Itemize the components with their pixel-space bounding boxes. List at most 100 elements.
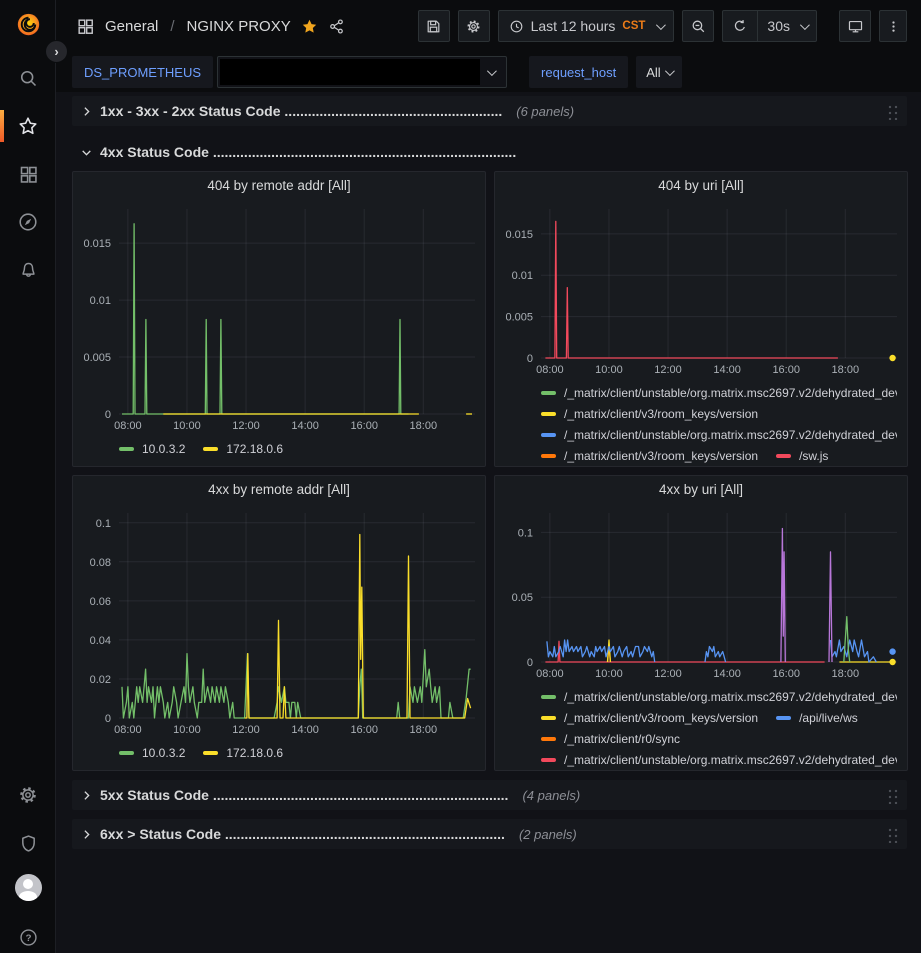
legend-label: /_matrix/client/unstable/org.matrix.msc2… xyxy=(564,753,897,767)
legend-swatch xyxy=(541,758,556,762)
chart-plot[interactable]: 08:0010:0012:0014:0016:0018:0000.0050.01… xyxy=(75,199,486,434)
panel-legend: 10.0.3.2 172.18.0.6 xyxy=(73,439,485,466)
panel-title[interactable]: 4xx by remote addr [All] xyxy=(73,476,485,503)
x-axis-tick-label: 18:00 xyxy=(410,724,438,736)
row-drag-handle[interactable] xyxy=(886,103,899,120)
save-dashboard-button[interactable] xyxy=(418,10,450,42)
row-header-5xx[interactable]: 5xx Status Code ........................… xyxy=(72,780,907,810)
time-range-picker[interactable]: Last 12 hours CST xyxy=(498,10,675,42)
y-axis-tick-label: 0 xyxy=(105,713,111,725)
sidebar: ? › xyxy=(0,0,56,953)
x-axis-tick-label: 14:00 xyxy=(713,364,741,376)
sidebar-item-help[interactable]: ? xyxy=(0,922,56,952)
legend-swatch xyxy=(541,737,556,741)
sidebar-item-dashboards[interactable] xyxy=(0,159,56,189)
sidebar-item-search[interactable] xyxy=(0,63,56,93)
tv-mode-button[interactable] xyxy=(839,10,871,42)
favorite-star-icon[interactable] xyxy=(301,18,318,35)
variable-label-request-host[interactable]: request_host xyxy=(529,56,628,88)
refresh-button[interactable] xyxy=(723,11,757,41)
row-chevron-right-icon xyxy=(80,105,93,118)
row-drag-handle[interactable] xyxy=(886,787,899,804)
legend-item[interactable]: /_matrix/client/v3/room_keys/version xyxy=(541,711,758,725)
legend-item[interactable]: /_matrix/client/r0/sync xyxy=(541,732,680,746)
x-axis-tick-label: 08:00 xyxy=(114,724,142,736)
grafana-logo[interactable] xyxy=(0,9,56,39)
row-header-6xx[interactable]: 6xx > Status Code ......................… xyxy=(72,819,907,849)
x-axis-tick-label: 14:00 xyxy=(713,668,741,680)
legend-item[interactable]: 10.0.3.2 xyxy=(119,746,185,760)
x-axis-tick-label: 12:00 xyxy=(654,668,682,680)
panel-title[interactable]: 404 by uri [All] xyxy=(495,172,907,199)
refresh-interval-dropdown[interactable]: 30s xyxy=(757,11,816,41)
variable-value-request-host-dropdown[interactable]: All xyxy=(636,56,681,88)
legend-item[interactable]: /_matrix/client/unstable/org.matrix.msc2… xyxy=(541,386,897,400)
sidebar-item-alerting[interactable] xyxy=(0,255,56,285)
refresh-icon xyxy=(732,18,748,34)
series-line xyxy=(547,640,655,662)
legend-swatch xyxy=(119,447,134,451)
y-axis-tick-label: 0.005 xyxy=(83,352,111,364)
legend-item[interactable]: 172.18.0.6 xyxy=(203,442,283,456)
y-axis-tick-label: 0.08 xyxy=(90,557,111,569)
chevron-down-icon xyxy=(665,66,675,76)
x-axis-tick-label: 16:00 xyxy=(350,420,378,432)
dashboard-menu-button[interactable] xyxy=(879,10,907,42)
series-line xyxy=(831,640,877,662)
sidebar-item-server-admin[interactable] xyxy=(0,828,56,858)
legend-swatch xyxy=(541,454,556,458)
legend-item[interactable]: /_matrix/client/unstable/org.matrix.msc2… xyxy=(541,428,897,442)
grafana-logo-icon xyxy=(15,11,42,38)
panel-title[interactable]: 404 by remote addr [All] xyxy=(73,172,485,199)
row-header-1xx-3xx-2xx[interactable]: 1xx - 3xx - 2xx Status Code ............… xyxy=(72,96,907,126)
share-icon[interactable] xyxy=(328,18,345,35)
breadcrumb-dashboard-title[interactable]: NGINX PROXY xyxy=(187,18,291,35)
sidebar-item-starred[interactable] xyxy=(0,111,56,141)
apps-icon xyxy=(76,17,95,36)
chart-plot[interactable]: 08:0010:0012:0014:0016:0018:0000.020.040… xyxy=(75,503,486,738)
legend-item[interactable]: /api/live/ws xyxy=(776,711,858,725)
variable-value-ds-dropdown[interactable] xyxy=(217,56,507,88)
legend-item[interactable]: 10.0.3.2 xyxy=(119,442,185,456)
legend-item[interactable]: /sw.js xyxy=(776,449,828,463)
dashboard-settings-button[interactable] xyxy=(458,10,490,42)
y-axis-tick-label: 0.01 xyxy=(90,295,111,307)
dashboard-canvas: 1xx - 3xx - 2xx Status Code ............… xyxy=(56,92,921,953)
panel-chart-area: 08:0010:0012:0014:0016:0018:0000.0050.01… xyxy=(495,199,907,383)
legend-label: 10.0.3.2 xyxy=(142,746,185,760)
breadcrumb-folder[interactable]: General xyxy=(105,18,158,35)
y-axis-tick-label: 0.02 xyxy=(90,674,111,686)
row-drag-handle[interactable] xyxy=(886,826,899,843)
top-nav: General / NGINX PROXY xyxy=(56,0,921,52)
row-chevron-right-icon xyxy=(80,789,93,802)
variable-label-ds[interactable]: DS_PROMETHEUS xyxy=(72,56,213,88)
sidebar-item-explore[interactable] xyxy=(0,207,56,237)
legend-label: /_matrix/client/v3/room_keys/version xyxy=(564,407,758,421)
chart-plot[interactable]: 08:0010:0012:0014:0016:0018:0000.050.1 xyxy=(497,503,908,682)
row-header-4xx[interactable]: 4xx Status Code ........................… xyxy=(72,139,907,165)
x-axis-tick-label: 18:00 xyxy=(410,420,438,432)
nav-actions: Last 12 hours CST 30s xyxy=(418,10,907,42)
legend-item[interactable]: /_matrix/client/v3/room_keys/version xyxy=(541,407,758,421)
zoom-out-button[interactable] xyxy=(682,10,714,42)
y-axis-tick-label: 0.05 xyxy=(512,592,533,604)
panel-4xx-by-uri: 4xx by uri [All] 08:0010:0012:0014:0016:… xyxy=(494,475,908,771)
sidebar-item-configuration[interactable] xyxy=(0,780,56,810)
panel-title[interactable]: 4xx by uri [All] xyxy=(495,476,907,503)
legend-swatch xyxy=(541,433,556,437)
sidebar-item-profile[interactable] xyxy=(0,872,56,902)
redacted-value xyxy=(220,59,480,85)
legend-item[interactable]: /_matrix/client/unstable/org.matrix.msc2… xyxy=(541,690,897,704)
kebab-icon xyxy=(886,18,901,35)
chart-plot[interactable]: 08:0010:0012:0014:0016:0018:0000.0050.01… xyxy=(497,199,908,378)
bell-icon xyxy=(18,260,39,281)
legend-label: /_matrix/client/unstable/org.matrix.msc2… xyxy=(564,690,897,704)
legend-item[interactable]: /_matrix/client/v3/room_keys/version xyxy=(541,449,758,463)
x-axis-tick-label: 18:00 xyxy=(832,668,860,680)
legend-item[interactable]: 172.18.0.6 xyxy=(203,746,283,760)
legend-item[interactable]: /_matrix/client/unstable/org.matrix.msc2… xyxy=(541,753,897,767)
x-axis-tick-label: 16:00 xyxy=(350,724,378,736)
sidebar-expand-button[interactable]: › xyxy=(45,40,68,63)
panel-404-by-uri: 404 by uri [All] 08:0010:0012:0014:0016:… xyxy=(494,171,908,467)
clock-icon xyxy=(509,19,524,34)
